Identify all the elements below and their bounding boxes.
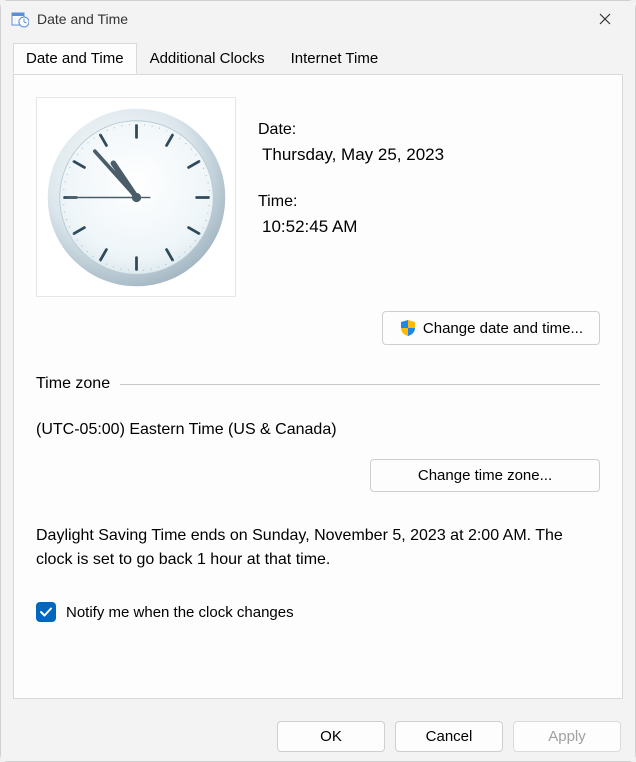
change-timezone-button[interactable]: Change time zone... — [370, 459, 600, 492]
change-timezone-label: Change time zone... — [418, 467, 552, 484]
divider — [120, 384, 600, 385]
close-icon — [599, 13, 611, 25]
timezone-value: (UTC-05:00) Eastern Time (US & Canada) — [36, 421, 600, 439]
notify-checkbox[interactable] — [36, 602, 56, 622]
clock-icon — [44, 105, 229, 290]
date-time-row: Date: Thursday, May 25, 2023 Time: 10:52… — [36, 97, 600, 297]
tab-internet-time[interactable]: Internet Time — [278, 43, 392, 74]
change-tz-row: Change time zone... — [36, 459, 600, 492]
ok-button[interactable]: OK — [277, 721, 385, 752]
change-date-time-label: Change date and time... — [423, 320, 583, 337]
date-value: Thursday, May 25, 2023 — [262, 145, 444, 165]
check-icon — [39, 605, 53, 619]
tab-strip: Date and Time Additional Clocks Internet… — [1, 37, 635, 75]
time-label: Time: — [258, 193, 444, 211]
tab-date-and-time[interactable]: Date and Time — [13, 43, 137, 74]
apply-button[interactable]: Apply — [513, 721, 621, 752]
tab-additional-clocks[interactable]: Additional Clocks — [137, 43, 278, 74]
analog-clock — [36, 97, 236, 297]
close-button[interactable] — [585, 5, 625, 33]
date-label: Date: — [258, 121, 444, 139]
titlebar: Date and Time — [1, 1, 635, 37]
timezone-section-header: Time zone — [36, 375, 600, 393]
change-date-time-button[interactable]: Change date and time... — [382, 311, 600, 345]
app-icon — [11, 10, 29, 28]
change-datetime-row: Change date and time... — [36, 311, 600, 345]
notify-checkbox-row[interactable]: Notify me when the clock changes — [36, 602, 600, 622]
dst-text: Daylight Saving Time ends on Sunday, Nov… — [36, 524, 600, 572]
shield-icon — [399, 319, 417, 337]
dialog-footer: OK Cancel Apply — [1, 711, 635, 761]
notify-label: Notify me when the clock changes — [66, 604, 294, 621]
tab-panel: Date: Thursday, May 25, 2023 Time: 10:52… — [13, 74, 623, 699]
cancel-button[interactable]: Cancel — [395, 721, 503, 752]
date-time-info: Date: Thursday, May 25, 2023 Time: 10:52… — [258, 97, 444, 297]
window-title: Date and Time — [37, 11, 585, 27]
timezone-section-label: Time zone — [36, 375, 110, 393]
dialog-window: Date and Time Date and Time Additional C… — [0, 0, 636, 762]
time-value: 10:52:45 AM — [262, 217, 444, 237]
